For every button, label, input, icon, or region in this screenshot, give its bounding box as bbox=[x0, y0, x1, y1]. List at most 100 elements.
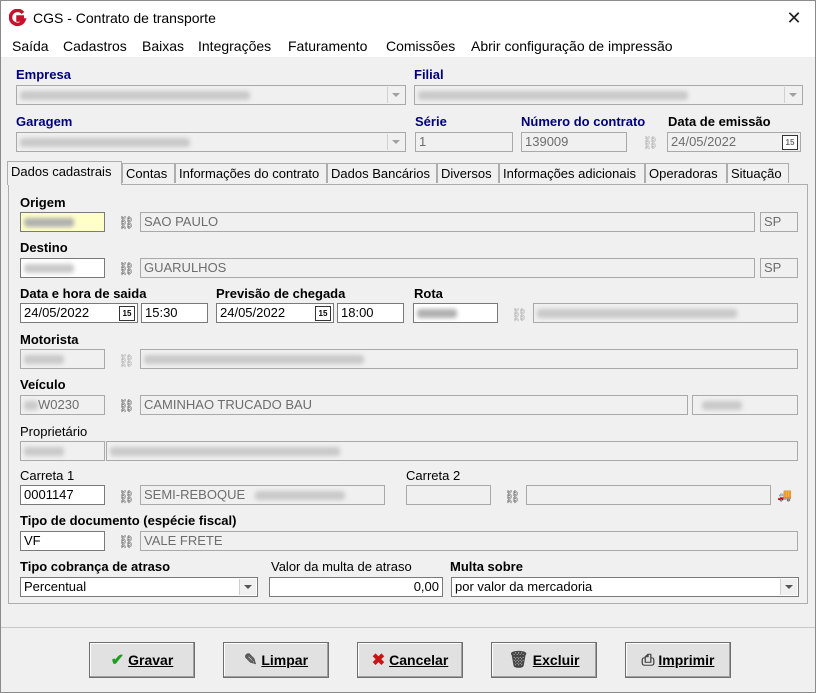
data-emissao-label: Data de emissão bbox=[668, 114, 771, 129]
motorista-code-input[interactable] bbox=[20, 349, 105, 369]
chegada-date-input[interactable]: 24/05/2022 15 bbox=[216, 303, 334, 323]
binoculars-icon[interactable]: ⛓ bbox=[504, 489, 521, 505]
calendar-icon[interactable]: 15 bbox=[315, 306, 331, 321]
chegada-date-value: 24/05/2022 bbox=[220, 305, 286, 320]
close-icon[interactable]: ✕ bbox=[779, 5, 809, 31]
origem-label: Origem bbox=[20, 195, 66, 210]
carreta1-code-input[interactable]: 0001147 bbox=[20, 485, 105, 505]
binoculars-icon[interactable]: ⛓ bbox=[642, 135, 659, 151]
multa-sobre-label: Multa sobre bbox=[450, 559, 523, 574]
proprietario-code-input bbox=[20, 441, 105, 461]
data-emissao-input[interactable]: 24/05/2022 15 bbox=[667, 132, 801, 152]
tab-dados-bancarios[interactable]: Dados Bancários bbox=[327, 163, 437, 183]
motorista-label: Motorista bbox=[20, 332, 79, 347]
calendar-icon[interactable]: 15 bbox=[119, 306, 135, 321]
destino-code-input[interactable] bbox=[20, 258, 105, 278]
serie-input[interactable]: 1 bbox=[415, 132, 513, 152]
gravar-button[interactable]: ✔ Gravar bbox=[89, 642, 195, 678]
filial-select[interactable] bbox=[414, 85, 803, 105]
tipo-documento-label: Tipo de documento (espécie fiscal) bbox=[20, 513, 237, 528]
trash-icon: 🗑 bbox=[508, 652, 529, 669]
saida-label: Data e hora de saida bbox=[20, 286, 147, 301]
binoculars-icon[interactable]: ⛓ bbox=[118, 534, 135, 550]
tab-strip: Dados cadastrais Contas Informações do c… bbox=[7, 161, 807, 185]
binoculars-icon[interactable]: ⛓ bbox=[118, 489, 135, 505]
veiculo-desc-field: CAMINHAO TRUCADO BAU bbox=[140, 395, 688, 415]
chevron-down-icon bbox=[780, 579, 797, 595]
menu-saida[interactable]: Saída bbox=[12, 38, 49, 54]
saida-time-input[interactable]: 15:30 bbox=[141, 303, 208, 323]
multa-valor-input[interactable]: 0,00 bbox=[269, 577, 443, 597]
proprietario-label: Proprietário bbox=[20, 424, 88, 439]
main-window: CGS - Contrato de transporte ✕ Saída Cad… bbox=[0, 0, 816, 693]
cancelar-button[interactable]: ✖ Cancelar bbox=[357, 642, 463, 678]
menu-faturamento[interactable]: Faturamento bbox=[288, 38, 367, 54]
cobranca-atraso-label: Tipo cobrança de atraso bbox=[20, 559, 171, 574]
cancelar-button-label: Cancelar bbox=[389, 652, 449, 668]
numero-contrato-input[interactable]: 139009 bbox=[521, 132, 627, 152]
carreta2-desc-field bbox=[526, 485, 771, 505]
numero-contrato-label: Número do contrato bbox=[521, 114, 646, 129]
proprietario-name-field bbox=[106, 441, 798, 461]
veiculo-plate-value: W0230 bbox=[38, 397, 80, 412]
checkmark-icon: ✔ bbox=[110, 652, 125, 669]
menu-baixas[interactable]: Baixas bbox=[142, 38, 184, 54]
origem-code-input[interactable] bbox=[20, 212, 105, 232]
empresa-select[interactable] bbox=[16, 85, 406, 105]
empresa-label: Empresa bbox=[16, 67, 71, 82]
tab-contas[interactable]: Contas bbox=[122, 163, 175, 183]
garagem-label: Garagem bbox=[16, 114, 73, 129]
printer-icon: ⎙ bbox=[641, 652, 655, 669]
menu-abrir-config-impressao[interactable]: Abrir configuração de impressão bbox=[471, 38, 673, 54]
menu-comissoes[interactable]: Comissões bbox=[386, 38, 455, 54]
saida-date-input[interactable]: 24/05/2022 15 bbox=[20, 303, 138, 323]
carreta2-code-input[interactable] bbox=[406, 485, 491, 505]
multa-valor-label: Valor da multa de atraso bbox=[271, 559, 412, 574]
veiculo-plate-input[interactable]: W0230 bbox=[20, 395, 105, 415]
carreta1-desc-field: SEMI-REBOQUE bbox=[140, 485, 385, 505]
chegada-time-input[interactable]: 18:00 bbox=[337, 303, 404, 323]
saida-date-value: 24/05/2022 bbox=[24, 305, 90, 320]
destino-uf-field: SP bbox=[760, 258, 798, 278]
rota-label: Rota bbox=[414, 286, 443, 301]
tab-diversos[interactable]: Diversos bbox=[437, 163, 499, 183]
limpar-button[interactable]: ✎ Limpar bbox=[223, 642, 329, 678]
chegada-label: Previsão de chegada bbox=[216, 286, 346, 301]
truck-icon[interactable]: 🚚 bbox=[777, 488, 792, 502]
serie-label: Série bbox=[415, 114, 447, 129]
carreta1-label: Carreta 1 bbox=[20, 468, 75, 483]
binoculars-icon[interactable]: ⛓ bbox=[118, 353, 135, 369]
cancel-x-icon: ✖ bbox=[371, 652, 386, 669]
binoculars-icon[interactable]: ⛓ bbox=[118, 215, 135, 231]
destino-city-field: GUARULHOS bbox=[140, 258, 755, 278]
garagem-select[interactable] bbox=[16, 132, 406, 152]
tab-situacao[interactable]: Situação bbox=[727, 163, 789, 183]
origem-uf-field: SP bbox=[760, 212, 798, 232]
gravar-button-label: Gravar bbox=[128, 652, 174, 668]
binoculars-icon[interactable]: ⛓ bbox=[118, 261, 135, 277]
binoculars-icon[interactable]: ⛓ bbox=[118, 398, 135, 414]
menu-integracoes[interactable]: Integrações bbox=[198, 38, 271, 54]
tipo-documento-code-input[interactable]: VF bbox=[20, 531, 105, 551]
multa-sobre-select[interactable]: por valor da mercadoria bbox=[451, 577, 799, 597]
tab-operadoras[interactable]: Operadoras bbox=[645, 163, 727, 183]
window-title: CGS - Contrato de transporte bbox=[33, 10, 216, 26]
calendar-icon[interactable]: 15 bbox=[782, 135, 798, 150]
separator bbox=[1, 627, 815, 628]
chevron-down-icon bbox=[387, 134, 404, 150]
origem-city-field: SAO PAULO bbox=[140, 212, 755, 232]
tab-dados-cadastrais[interactable]: Dados cadastrais bbox=[7, 161, 122, 185]
eraser-icon: ✎ bbox=[243, 652, 258, 669]
tab-informacoes-adicionais[interactable]: Informações adicionais bbox=[499, 163, 645, 183]
menu-cadastros[interactable]: Cadastros bbox=[63, 38, 127, 54]
multa-sobre-value: por valor da mercadoria bbox=[455, 579, 593, 594]
rota-code-input[interactable] bbox=[413, 303, 498, 323]
cobranca-atraso-select[interactable]: Percentual bbox=[20, 577, 258, 597]
title-bar: CGS - Contrato de transporte ✕ bbox=[1, 1, 815, 35]
excluir-button[interactable]: 🗑 Excluir bbox=[491, 642, 597, 678]
imprimir-button[interactable]: ⎙ Imprimir bbox=[625, 642, 731, 678]
menu-bar: Saída Cadastros Baixas Integrações Fatur… bbox=[1, 35, 815, 57]
tab-informacoes-contrato[interactable]: Informações do contrato bbox=[175, 163, 327, 183]
binoculars-icon[interactable]: ⛓ bbox=[511, 307, 528, 323]
cobranca-atraso-value: Percentual bbox=[24, 579, 87, 594]
